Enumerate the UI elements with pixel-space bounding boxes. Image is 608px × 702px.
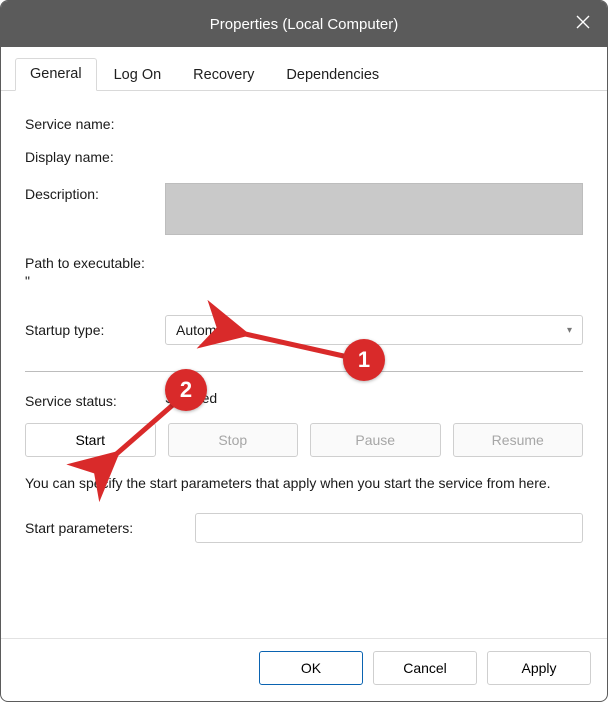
cancel-button[interactable]: Cancel	[373, 651, 477, 685]
general-tab-content: Service name: Display name: Description:…	[1, 91, 607, 638]
description-label: Description:	[25, 183, 165, 202]
separator	[25, 371, 583, 372]
tab-recovery[interactable]: Recovery	[178, 59, 269, 91]
path-value: "	[25, 273, 583, 289]
startup-type-label: Startup type:	[25, 322, 165, 338]
start-button[interactable]: Start	[25, 423, 156, 457]
start-parameters-label: Start parameters:	[25, 520, 195, 536]
annotation-badge-1: 1	[343, 339, 385, 381]
start-parameters-hint: You can specify the start parameters tha…	[25, 473, 583, 493]
close-button[interactable]	[559, 1, 607, 47]
tab-general[interactable]: General	[15, 58, 97, 91]
service-status-value: Stopped	[165, 390, 217, 406]
dialog-footer: OK Cancel Apply	[1, 638, 607, 701]
pause-button: Pause	[310, 423, 441, 457]
service-status-label: Service status:	[25, 390, 165, 409]
start-parameters-input[interactable]	[195, 513, 583, 543]
path-label: Path to executable:	[25, 255, 583, 271]
service-control-buttons: Start Stop Pause Resume	[25, 423, 583, 457]
startup-type-select[interactable]: Automatic ▾	[165, 315, 583, 345]
properties-dialog: Properties (Local Computer) General Log …	[0, 0, 608, 702]
chevron-down-icon: ▾	[567, 325, 572, 336]
tab-log-on[interactable]: Log On	[99, 59, 177, 91]
titlebar: Properties (Local Computer)	[1, 1, 607, 47]
window-title: Properties (Local Computer)	[210, 16, 398, 33]
tab-dependencies[interactable]: Dependencies	[271, 59, 394, 91]
service-name-label: Service name:	[25, 113, 165, 132]
display-name-label: Display name:	[25, 146, 165, 165]
tab-strip: General Log On Recovery Dependencies	[1, 47, 607, 91]
resume-button: Resume	[453, 423, 584, 457]
annotation-overlay: 1 2	[1, 91, 607, 638]
startup-type-value: Automatic	[176, 322, 238, 338]
apply-button[interactable]: Apply	[487, 651, 591, 685]
close-icon	[576, 15, 590, 33]
stop-button: Stop	[168, 423, 299, 457]
description-field[interactable]	[165, 183, 583, 235]
ok-button[interactable]: OK	[259, 651, 363, 685]
